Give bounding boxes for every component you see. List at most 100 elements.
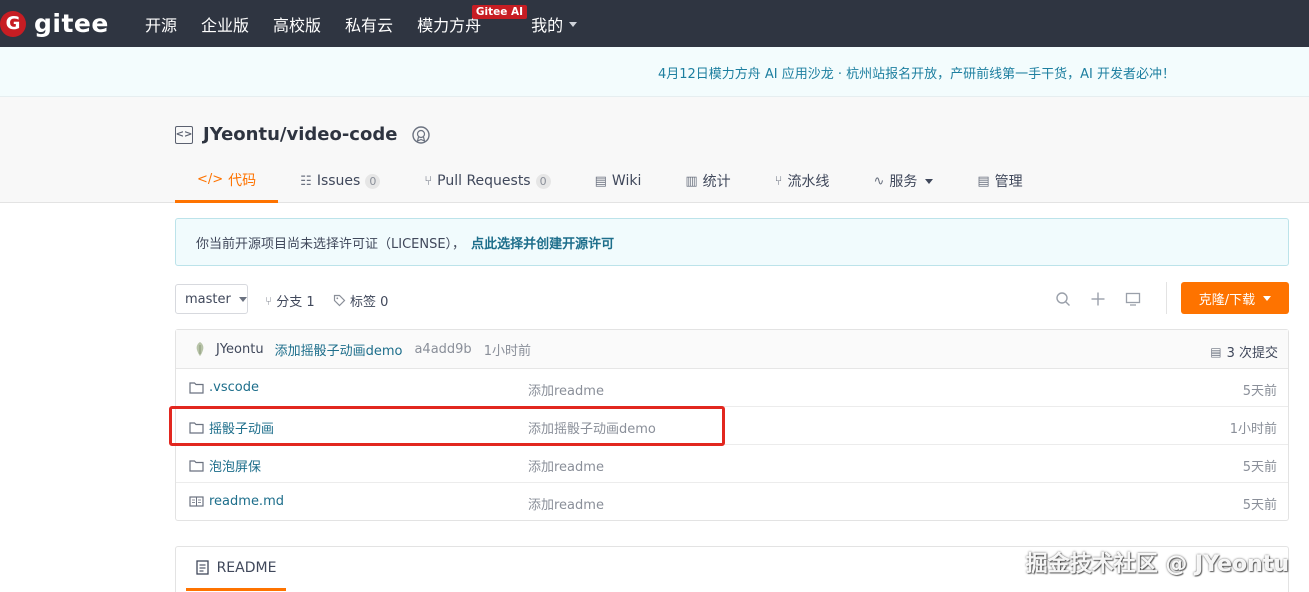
license-notice-text: 你当前开源项目尚未选择许可证（LICENSE）， — [196, 236, 466, 252]
nav-item-opensource[interactable]: 开源 — [145, 0, 177, 47]
manage-icon: ▤ — [977, 173, 990, 189]
announcement-link[interactable]: 4月12日模力方舟 AI 应用沙龙 · 杭州站报名开放，产研前线第一手干货，AI… — [658, 63, 1175, 82]
pull-request-icon: ⑂ — [424, 173, 433, 189]
commit-count-link[interactable]: ▤ 3 次提交 — [1210, 342, 1278, 362]
tab-manage-label: 管理 — [994, 174, 1023, 190]
tab-wiki[interactable]: ▤ Wiki — [573, 159, 664, 203]
table-row[interactable]: readme.md 添加readme 5天前 — [176, 483, 1288, 521]
avatar[interactable] — [193, 341, 207, 357]
branch-select[interactable]: master — [175, 284, 248, 314]
file-book-icon — [189, 496, 204, 507]
stats-icon: ▥ — [685, 173, 698, 189]
repo-tabs: </> 代码 ☷ Issues 0 ⑂ Pull Requests 0 ▤ Wi… — [175, 159, 1045, 203]
folder-icon — [189, 460, 204, 472]
file-name[interactable]: readme.md — [189, 494, 284, 509]
file-name[interactable]: .vscode — [189, 380, 259, 395]
tab-pull-requests[interactable]: ⑂ Pull Requests 0 — [402, 159, 572, 203]
nav-item-private-cloud[interactable]: 私有云 — [345, 0, 393, 47]
file-commit-message[interactable]: 添加readme — [528, 456, 604, 475]
document-icon — [195, 560, 209, 575]
tags-link[interactable]: 标签 0 — [333, 291, 388, 310]
services-icon: ∿ — [873, 173, 885, 189]
tab-pipeline-label: 流水线 — [787, 174, 830, 190]
file-time: 1小时前 — [1229, 422, 1277, 437]
pipeline-icon: ⑂ — [774, 173, 783, 189]
table-row[interactable]: 泡泡屏保 添加readme 5天前 — [176, 445, 1288, 483]
pull-requests-count: 0 — [535, 173, 551, 189]
nav-item-education[interactable]: 高校版 — [273, 0, 321, 47]
commit-time: 1小时前 — [483, 343, 531, 359]
gitee-logo[interactable]: G gitee — [0, 0, 112, 47]
gitee-ai-badge: Gitee AI — [471, 5, 528, 19]
file-name-label: .vscode — [209, 380, 259, 395]
commit-hash[interactable]: a4add9b — [414, 342, 471, 357]
commits-icon: ▤ — [1210, 344, 1222, 359]
tab-manage[interactable]: ▤ 管理 — [955, 159, 1044, 203]
table-row[interactable]: .vscode 添加readme 5天前 — [176, 369, 1288, 407]
tab-services-label: 服务 — [889, 174, 918, 190]
award-badge-icon[interactable] — [411, 125, 431, 145]
folder-icon — [189, 382, 204, 394]
issues-icon: ☷ — [300, 173, 312, 189]
file-time: 5天前 — [1242, 498, 1277, 513]
tab-readme[interactable]: README — [186, 547, 286, 591]
latest-commit-row: JYeontu 添加摇骰子动画demo a4add9b 1小时前 ▤ 3 次提交 — [176, 330, 1288, 369]
file-name[interactable]: 泡泡屏保 — [189, 456, 261, 475]
readme-tab-label: README — [216, 559, 277, 576]
branch-select-value: master — [185, 291, 231, 307]
repo-title: <> JYeontu/video-code — [175, 124, 431, 145]
chevron-down-icon — [238, 296, 247, 302]
tab-services[interactable]: ∿ 服务 — [851, 159, 955, 203]
file-commit-message[interactable]: 添加readme — [528, 380, 604, 399]
commit-author[interactable]: JYeontu — [216, 342, 264, 357]
file-name-label: readme.md — [209, 494, 284, 509]
repo-name[interactable]: JYeontu/video-code — [203, 124, 397, 145]
tab-pipeline[interactable]: ⑂ 流水线 — [753, 159, 852, 203]
tab-wiki-label: Wiki — [611, 173, 642, 189]
toolbar-icons — [1039, 288, 1144, 310]
commit-count-label: 3 次提交 — [1226, 346, 1278, 361]
announcement-bar: 4月12日模力方舟 AI 应用沙龙 · 杭州站报名开放，产研前线第一手干货，AI… — [0, 47, 1309, 97]
repo-header: <> JYeontu/video-code </> 代码 ☷ Issues 0 … — [0, 97, 1309, 203]
create-license-link[interactable]: 点此选择并创建开源许可 — [471, 233, 614, 252]
file-commit-message[interactable]: 添加readme — [528, 494, 604, 513]
tab-stats-label: 统计 — [702, 174, 731, 190]
code-repo-icon: <> — [175, 125, 193, 144]
file-time: 5天前 — [1242, 384, 1277, 399]
chevron-down-icon — [569, 22, 578, 27]
tag-icon — [333, 294, 346, 307]
nav-item-mine[interactable]: 我的 — [531, 0, 578, 47]
wiki-icon: ▤ — [594, 173, 607, 189]
nav-items: 开源 企业版 高校版 私有云 模力方舟 Gitee AI 我的 — [145, 0, 601, 47]
branches-link[interactable]: ⑂ 分支 1 — [265, 291, 315, 311]
nav-item-ai[interactable]: 模力方舟 Gitee AI — [417, 0, 528, 47]
clone-download-button[interactable]: 克隆/下载 — [1181, 282, 1289, 314]
clone-download-label: 克隆/下载 — [1198, 292, 1256, 308]
highlight-annotation — [169, 406, 725, 446]
code-icon: </> — [197, 172, 224, 187]
tab-issues[interactable]: ☷ Issues 0 — [278, 159, 402, 203]
tab-stats[interactable]: ▥ 统计 — [663, 159, 752, 203]
commit-message[interactable]: 添加摇骰子动画demo — [275, 340, 403, 359]
repo-toolbar: master ⑂ 分支 1 标签 0 克隆/下载 — [175, 282, 1289, 316]
license-notice: 你当前开源项目尚未选择许可证（LICENSE）， 点此选择并创建开源许可 — [175, 218, 1289, 266]
gitee-logo-badge: G — [0, 10, 26, 37]
gitee-logo-text: gitee — [34, 9, 109, 38]
nav-item-enterprise[interactable]: 企业版 — [201, 0, 249, 47]
nav-item-mine-label: 我的 — [531, 15, 564, 35]
search-icon[interactable] — [1052, 288, 1074, 310]
monitor-icon[interactable] — [1122, 288, 1144, 310]
watermark: 掘金技术社区 @ JYeontu — [1025, 552, 1289, 577]
chevron-down-icon — [1263, 295, 1272, 301]
file-time: 5天前 — [1242, 460, 1277, 475]
plus-icon[interactable] — [1087, 288, 1109, 310]
branches-label: 分支 1 — [276, 295, 315, 310]
tab-code[interactable]: </> 代码 — [175, 159, 279, 203]
issues-count: 0 — [365, 173, 381, 189]
chevron-down-icon — [925, 178, 934, 184]
tab-issues-label: Issues — [316, 173, 361, 189]
tags-label: 标签 0 — [350, 295, 389, 310]
branch-icon: ⑂ — [265, 293, 273, 308]
tab-pull-requests-label: Pull Requests — [437, 173, 531, 189]
top-nav: G gitee 开源 企业版 高校版 私有云 模力方舟 Gitee AI 我的 — [0, 0, 1309, 47]
